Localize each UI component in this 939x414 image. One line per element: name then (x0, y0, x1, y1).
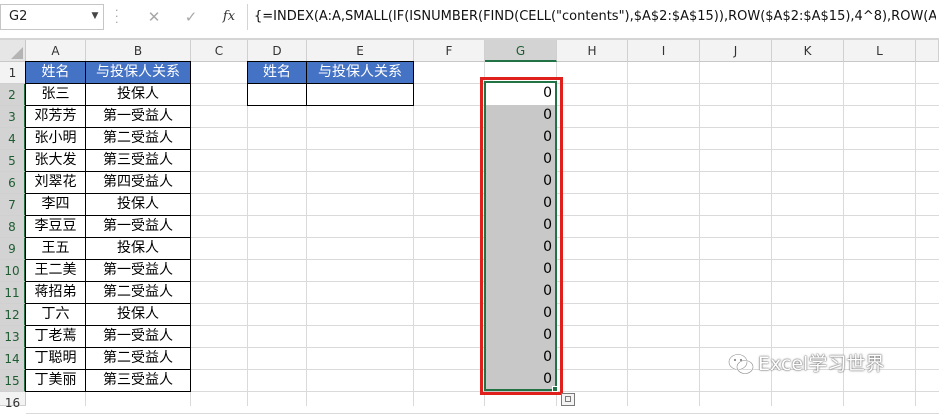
column-header-k[interactable]: K (772, 40, 844, 62)
row-header-13[interactable]: 13 (0, 326, 26, 348)
table1-cell-name[interactable]: 张小明 (25, 127, 86, 150)
more-dots-icon[interactable]: · · · (115, 5, 123, 28)
row-header-2[interactable]: 2 (0, 84, 26, 106)
table1-cell-name[interactable]: 张三 (25, 83, 86, 106)
table1-cell-name[interactable]: 张大发 (25, 149, 86, 172)
column-header-l[interactable]: L (844, 40, 916, 62)
table1-cell-relation[interactable]: 投保人 (85, 237, 191, 260)
column-header-d[interactable]: D (248, 40, 307, 62)
wechat-icon (728, 353, 754, 375)
table1-cell-name[interactable]: 丁老蔫 (25, 325, 86, 348)
gridline-vertical (699, 62, 700, 406)
gridline-vertical (247, 62, 248, 406)
gridline-vertical (306, 62, 307, 406)
table1-cell-relation[interactable]: 第一受益人 (85, 215, 191, 238)
column-header-g[interactable]: G (485, 40, 557, 62)
row-header-9[interactable]: 9 (0, 238, 26, 260)
table2-header-relation[interactable]: 与投保人关系 (306, 61, 414, 84)
column-header-i[interactable]: I (628, 40, 700, 62)
row-header-1[interactable]: 1 (0, 62, 26, 84)
fill-handle[interactable] (552, 386, 558, 392)
chevron-down-icon[interactable]: ▼ (88, 6, 102, 26)
table1-header-relation[interactable]: 与投保人关系 (85, 61, 191, 84)
table1-cell-relation[interactable]: 第一受益人 (85, 259, 191, 282)
table1-cell-relation[interactable]: 投保人 (85, 83, 191, 106)
table1-cell-name[interactable]: 刘翠花 (25, 171, 86, 194)
table1-cell-name[interactable]: 丁美丽 (25, 369, 86, 392)
row-header-6[interactable]: 6 (0, 172, 26, 194)
formula-input[interactable]: {=INDEX(A:A,SMALL(IF(ISNUMBER(FIND(CELL(… (254, 4, 936, 30)
insert-function-icon[interactable]: fx (218, 7, 240, 27)
table2-input-name[interactable] (247, 83, 307, 106)
column-header-partial[interactable] (916, 40, 939, 62)
gridline-vertical (413, 62, 414, 406)
row-header-14[interactable]: 14 (0, 348, 26, 370)
table1-cell-name[interactable]: 李四 (25, 193, 86, 216)
table2-header-name[interactable]: 姓名 (247, 61, 307, 84)
table2-input-relation[interactable] (306, 83, 414, 106)
row-header-5[interactable]: 5 (0, 150, 26, 172)
gridline-vertical (627, 62, 628, 406)
selection-range[interactable] (484, 81, 557, 391)
row-header-15[interactable]: 15 (0, 370, 26, 392)
row-header-4[interactable]: 4 (0, 128, 26, 150)
column-header-f[interactable]: F (414, 40, 485, 62)
row-header-11[interactable]: 11 (0, 282, 26, 304)
table1-cell-relation[interactable]: 第一受益人 (85, 325, 191, 348)
column-header-b[interactable]: B (86, 40, 191, 62)
row-header-8[interactable]: 8 (0, 216, 26, 238)
table1-cell-name[interactable]: 李豆豆 (25, 215, 86, 238)
table1-cell-relation[interactable]: 第四受益人 (85, 171, 191, 194)
table1-cell-relation[interactable]: 第三受益人 (85, 149, 191, 172)
table1-cell-relation[interactable]: 第三受益人 (85, 369, 191, 392)
row-header-10[interactable]: 10 (0, 260, 26, 282)
table1-cell-relation[interactable]: 第二受益人 (85, 127, 191, 150)
table1-header-name[interactable]: 姓名 (25, 61, 86, 84)
column-header-h[interactable]: H (557, 40, 628, 62)
column-header-a[interactable]: A (26, 40, 86, 62)
table1-cell-name[interactable]: 丁聪明 (25, 347, 86, 370)
confirm-icon[interactable]: ✓ (182, 8, 200, 26)
column-header-c[interactable]: C (191, 40, 248, 62)
table1-cell-relation[interactable]: 投保人 (85, 193, 191, 216)
table1-cell-relation[interactable]: 第二受益人 (85, 347, 191, 370)
table1-cell-name[interactable]: 丁六 (25, 303, 86, 326)
table1-cell-name[interactable]: 王二美 (25, 259, 86, 282)
cancel-icon[interactable]: ✕ (145, 8, 163, 26)
gridline-vertical (915, 62, 916, 406)
quick-analysis-icon-inner (565, 396, 571, 402)
table1-cell-relation[interactable]: 第一受益人 (85, 105, 191, 128)
row-header-7[interactable]: 7 (0, 194, 26, 216)
row-header-16[interactable]: 16 (0, 392, 26, 410)
select-all-triangle-icon (11, 47, 23, 59)
table1-cell-name[interactable]: 蒋招弟 (25, 281, 86, 304)
table1-cell-relation[interactable]: 第二受益人 (85, 281, 191, 304)
column-header-j[interactable]: J (700, 40, 772, 62)
row-header-12[interactable]: 12 (0, 304, 26, 326)
row-header-3[interactable]: 3 (0, 106, 26, 128)
table1-cell-name[interactable]: 邓芳芳 (25, 105, 86, 128)
table1-cell-name[interactable]: 王五 (25, 237, 86, 260)
watermark-text: Excel学习世界 (758, 353, 885, 375)
column-header-e[interactable]: E (307, 40, 414, 62)
table1-cell-relation[interactable]: 投保人 (85, 303, 191, 326)
